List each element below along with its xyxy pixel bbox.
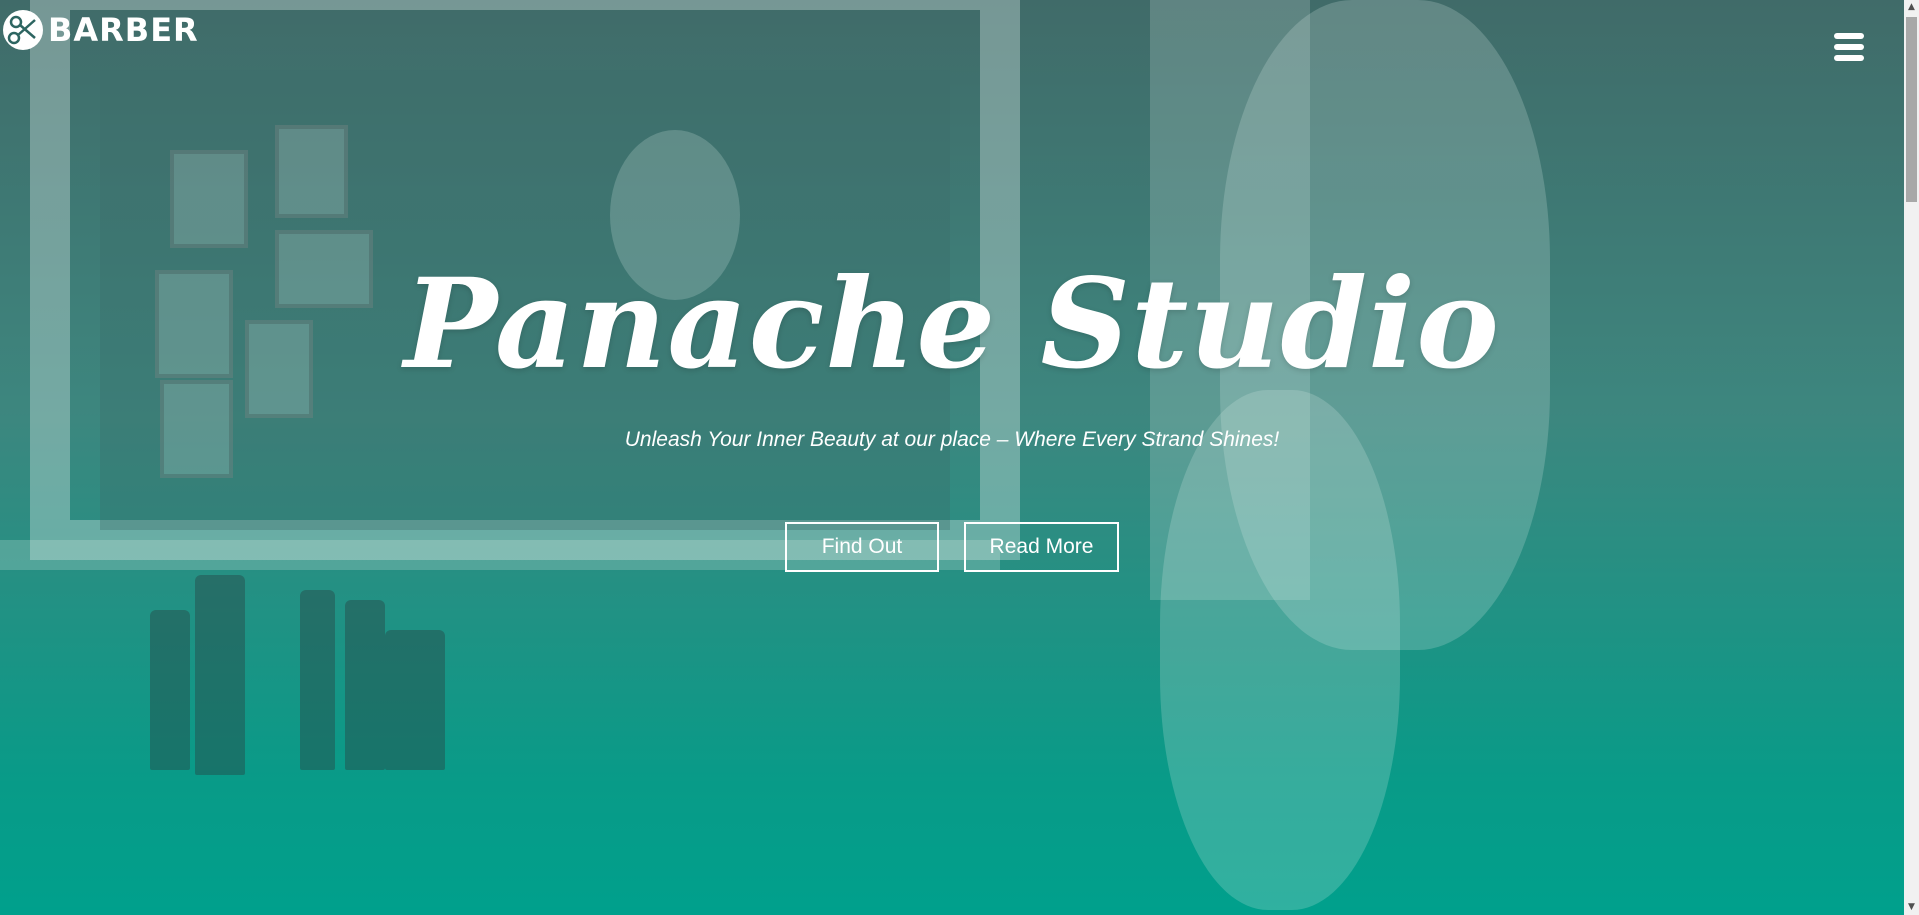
page-scrollbar[interactable]: ▲ ▼ <box>1904 0 1919 915</box>
read-more-button[interactable]: Read More <box>964 522 1119 572</box>
product-bottle <box>300 590 335 770</box>
brand-link[interactable]: BARBER <box>0 7 199 53</box>
scrollbar-thumb[interactable] <box>1906 17 1917 202</box>
client-figure <box>1160 390 1400 910</box>
scroll-down-icon[interactable]: ▼ <box>1904 900 1919 915</box>
wall-frame <box>275 125 348 218</box>
product-bottle <box>345 600 385 770</box>
scroll-up-icon[interactable]: ▲ <box>1904 0 1919 15</box>
wall-frame <box>170 150 248 248</box>
product-bottle <box>385 630 445 770</box>
scissors-comb-logo-icon <box>0 7 46 53</box>
hero-title: Panache Studio <box>404 252 1500 397</box>
hero-background-photo <box>0 0 1904 915</box>
hamburger-menu-icon[interactable] <box>1834 33 1864 61</box>
page-viewport: BARBER Panache Studio Unleash Your Inner… <box>0 0 1904 915</box>
hero-section: BARBER Panache Studio Unleash Your Inner… <box>0 0 1904 915</box>
hero-subtitle: Unleash Your Inner Beauty at our place –… <box>624 428 1280 451</box>
find-out-button[interactable]: Find Out <box>785 522 939 572</box>
product-bottle <box>150 610 190 770</box>
brand-name: BARBER <box>48 11 199 49</box>
product-bottle <box>195 575 245 775</box>
